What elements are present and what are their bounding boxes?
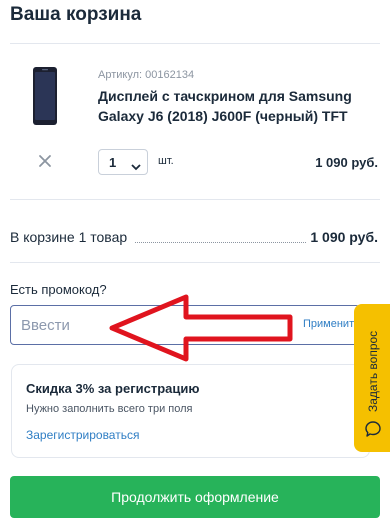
ask-question-tab[interactable]: Задать вопрос	[354, 304, 390, 452]
continue-checkout-button[interactable]: Продолжить оформление	[10, 476, 380, 518]
close-icon	[39, 155, 51, 167]
phone-image	[33, 67, 57, 125]
divider	[10, 43, 380, 44]
discount-card: Скидка 3% за регистрацию Нужно заполнить…	[11, 364, 370, 458]
promo-label: Есть промокод?	[10, 282, 107, 297]
ask-question-label: Задать вопрос	[366, 330, 380, 412]
chat-bubble-icon	[364, 420, 382, 443]
quantity-select[interactable]: 1	[98, 149, 148, 175]
item-price: 1 090 руб.	[315, 155, 378, 170]
cart-count-label: В корзине 1 товар	[10, 229, 128, 245]
chevron-down-icon	[131, 158, 141, 176]
quantity-value: 1	[109, 155, 117, 170]
page-title: Ваша корзина	[10, 4, 142, 25]
product-sku: Артикул: 00162134	[98, 69, 195, 81]
arrow-left-icon	[109, 294, 293, 362]
remove-item-button[interactable]	[36, 152, 54, 170]
cart-total: 1 090 руб.	[310, 229, 378, 245]
product-image[interactable]	[22, 63, 68, 129]
dotted-leader	[135, 242, 306, 243]
discount-title: Скидка 3% за регистрацию	[26, 381, 200, 396]
discount-description: Нужно заполнить всего три поля	[26, 403, 193, 415]
quantity-unit: шт.	[158, 155, 174, 167]
divider	[10, 199, 380, 200]
register-link[interactable]: Зарегистрироваться	[26, 428, 139, 442]
product-name[interactable]: Дисплей с тачскрином для Samsung Galaxy …	[98, 86, 378, 126]
divider	[10, 262, 380, 263]
